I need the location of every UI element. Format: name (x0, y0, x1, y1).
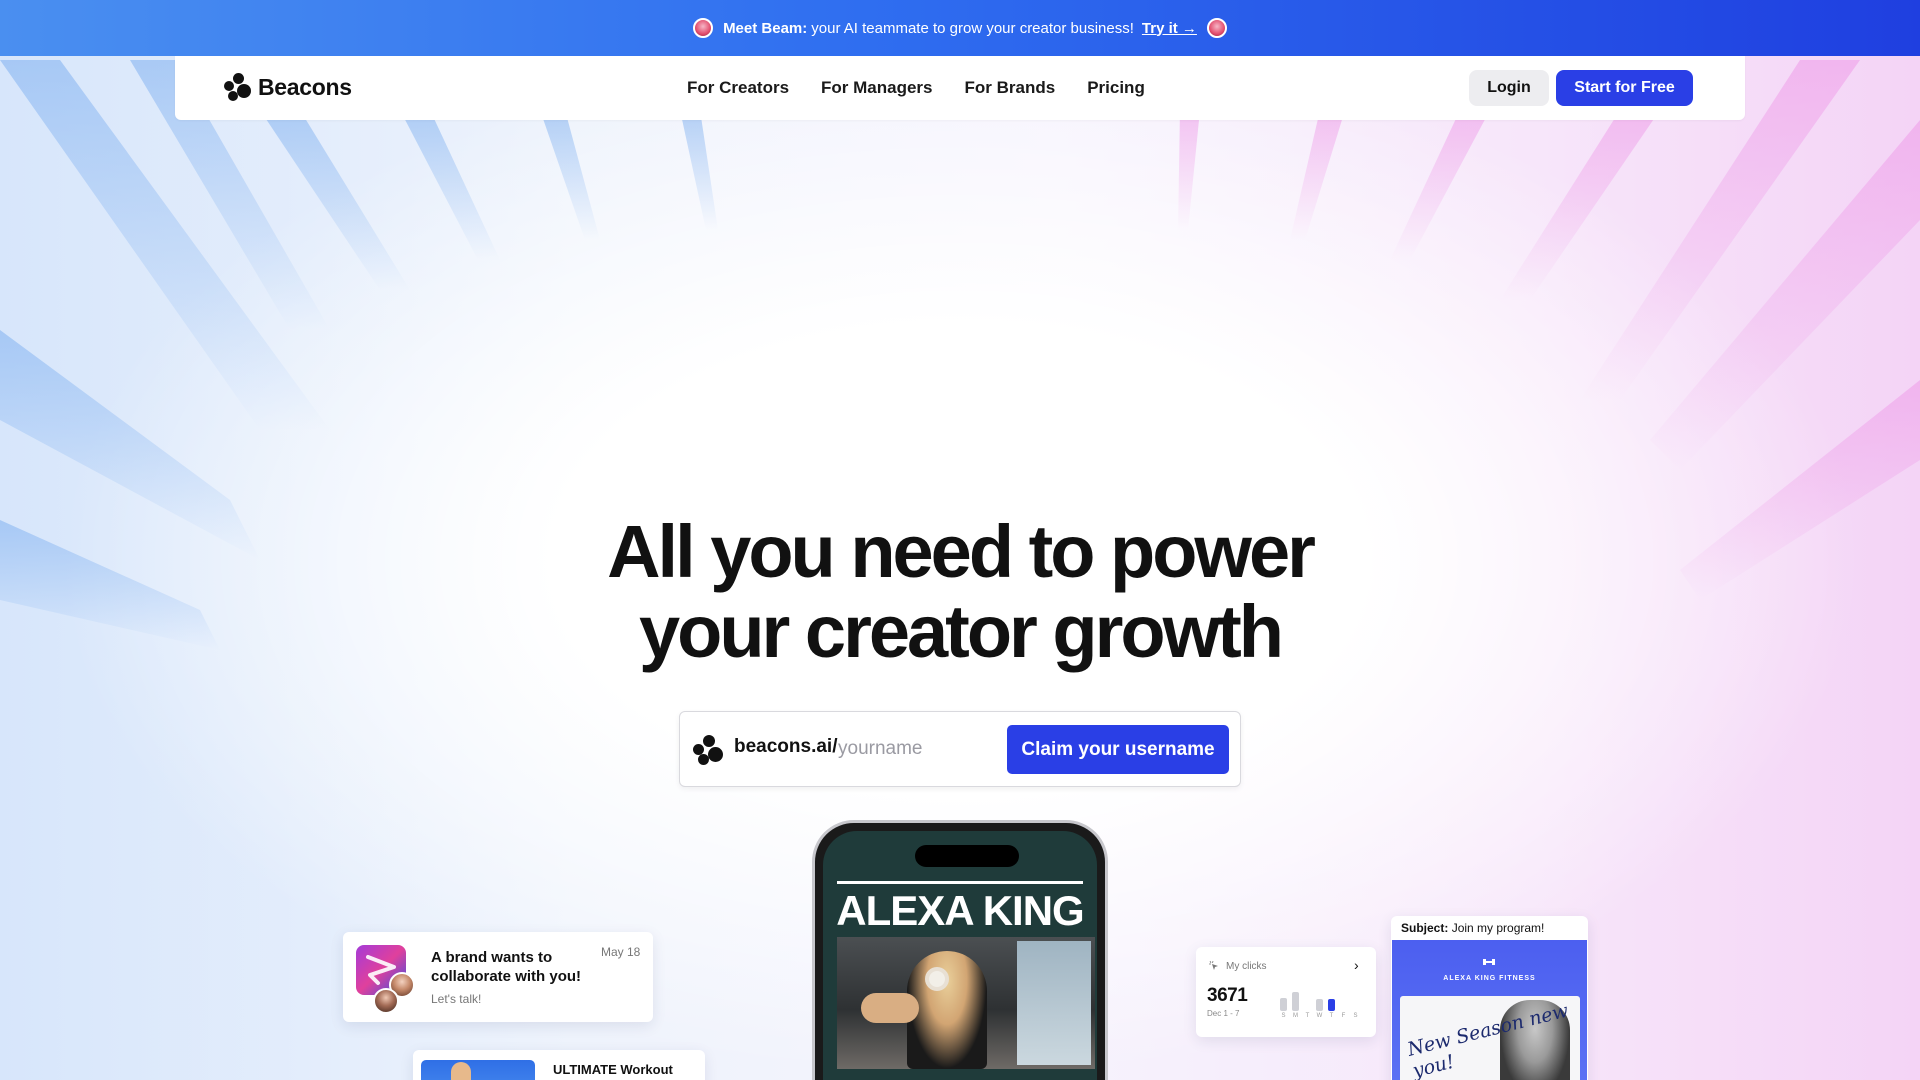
try-it-link[interactable]: Try it → (1142, 20, 1197, 37)
profile-name: ALEXA KING (836, 887, 1084, 934)
brand-card-subtitle: Let's talk! (431, 992, 482, 1006)
beacons-logo[interactable]: Beacons (222, 72, 352, 102)
clicks-value: 3671 (1207, 985, 1248, 1006)
email-preview-card[interactable]: Subject: Join my program! ALEXA KING FIT… (1391, 916, 1588, 1080)
workout-thumbnail (421, 1060, 535, 1080)
clicks-day-label: F (1341, 1013, 1346, 1019)
claim-username-form: beacons.ai/ Claim your username (679, 711, 1241, 787)
clicks-day-label: S (1281, 1013, 1286, 1019)
brand-name: Beacons (258, 73, 352, 100)
clicks-bar (1328, 998, 1335, 1011)
workout-card[interactable]: ULTIMATE Workout (413, 1050, 705, 1080)
brand-collab-card[interactable]: A brand wants to collaborate with you! L… (343, 932, 653, 1022)
beacons-logo-icon (222, 72, 252, 102)
announcement-text: your AI teammate to grow your creator bu… (811, 19, 1134, 37)
brand-card-date: May 18 (601, 945, 641, 959)
beam-robot-icon (693, 18, 714, 38)
phone-mockup: ALEXA KING (812, 820, 1108, 1080)
hero-title-line2: your creator growth (639, 590, 1284, 673)
profile-photo (837, 937, 1095, 1069)
nav-for-creators[interactable]: For Creators (687, 78, 789, 98)
hero-title: All you need to power your creator growt… (460, 512, 1460, 672)
username-input[interactable] (838, 732, 1008, 766)
brand-card-title: A brand wants to collaborate with you! (431, 949, 582, 985)
clicks-bar (1316, 998, 1323, 1011)
clicks-date-range: Dec 1 - 7 (1207, 1009, 1240, 1018)
avatar (373, 988, 399, 1014)
nav-links: For Creators For Managers For Brands Pri… (687, 56, 1177, 120)
clicks-day-label: S (1353, 1013, 1358, 1019)
clicks-day-label: T (1305, 1013, 1310, 1019)
navbar: Beacons For Creators For Managers For Br… (175, 56, 1745, 120)
email-brand: ALEXA KING FITNESS (1443, 975, 1536, 982)
email-body: ALEXA KING FITNESS New Season new you! (1392, 940, 1587, 1080)
email-photo: New Season new you! (1400, 996, 1580, 1080)
url-prefix: beacons.ai/ (734, 736, 838, 757)
email-subject-text: Join my program! (1451, 921, 1545, 935)
workout-card-title: ULTIMATE Workout (553, 1062, 673, 1077)
clicks-analytics-card[interactable]: My clicks › 3671 Dec 1 - 7 S M TWT F S (1196, 947, 1376, 1037)
clicks-day-label: T (1329, 1013, 1334, 1019)
clicks-label: My clicks (1226, 961, 1267, 972)
announcement-bar: Meet Beam: your AI teammate to grow your… (0, 0, 1920, 56)
beam-robot-icon (1206, 18, 1227, 38)
phone-notch (915, 845, 1019, 867)
dumbbell-icon (1483, 959, 1495, 965)
phone-screen: ALEXA KING (823, 831, 1097, 1080)
clicks-day-label: M (1293, 1013, 1298, 1019)
hero-title-line1: All you need to power (607, 510, 1316, 593)
beacons-logo-icon (692, 734, 724, 766)
profile-divider (837, 881, 1083, 884)
nav-for-brands[interactable]: For Brands (965, 78, 1056, 98)
nav-for-managers[interactable]: For Managers (821, 78, 932, 98)
clicks-day-label: W (1316, 1013, 1323, 1019)
nav-pricing[interactable]: Pricing (1087, 78, 1145, 98)
email-subject: Subject: Join my program! (1401, 921, 1544, 935)
claim-username-button[interactable]: Claim your username (1007, 725, 1229, 774)
clicks-bar (1292, 992, 1299, 1011)
cursor-click-icon (1209, 960, 1218, 970)
email-subject-label: Subject: (1401, 921, 1449, 935)
clicks-bar (1280, 997, 1287, 1011)
chevron-right-icon[interactable]: › (1354, 957, 1359, 973)
login-button[interactable]: Login (1469, 70, 1549, 106)
start-for-free-button[interactable]: Start for Free (1556, 70, 1693, 106)
announcement-lead: Meet Beam: (723, 19, 808, 37)
